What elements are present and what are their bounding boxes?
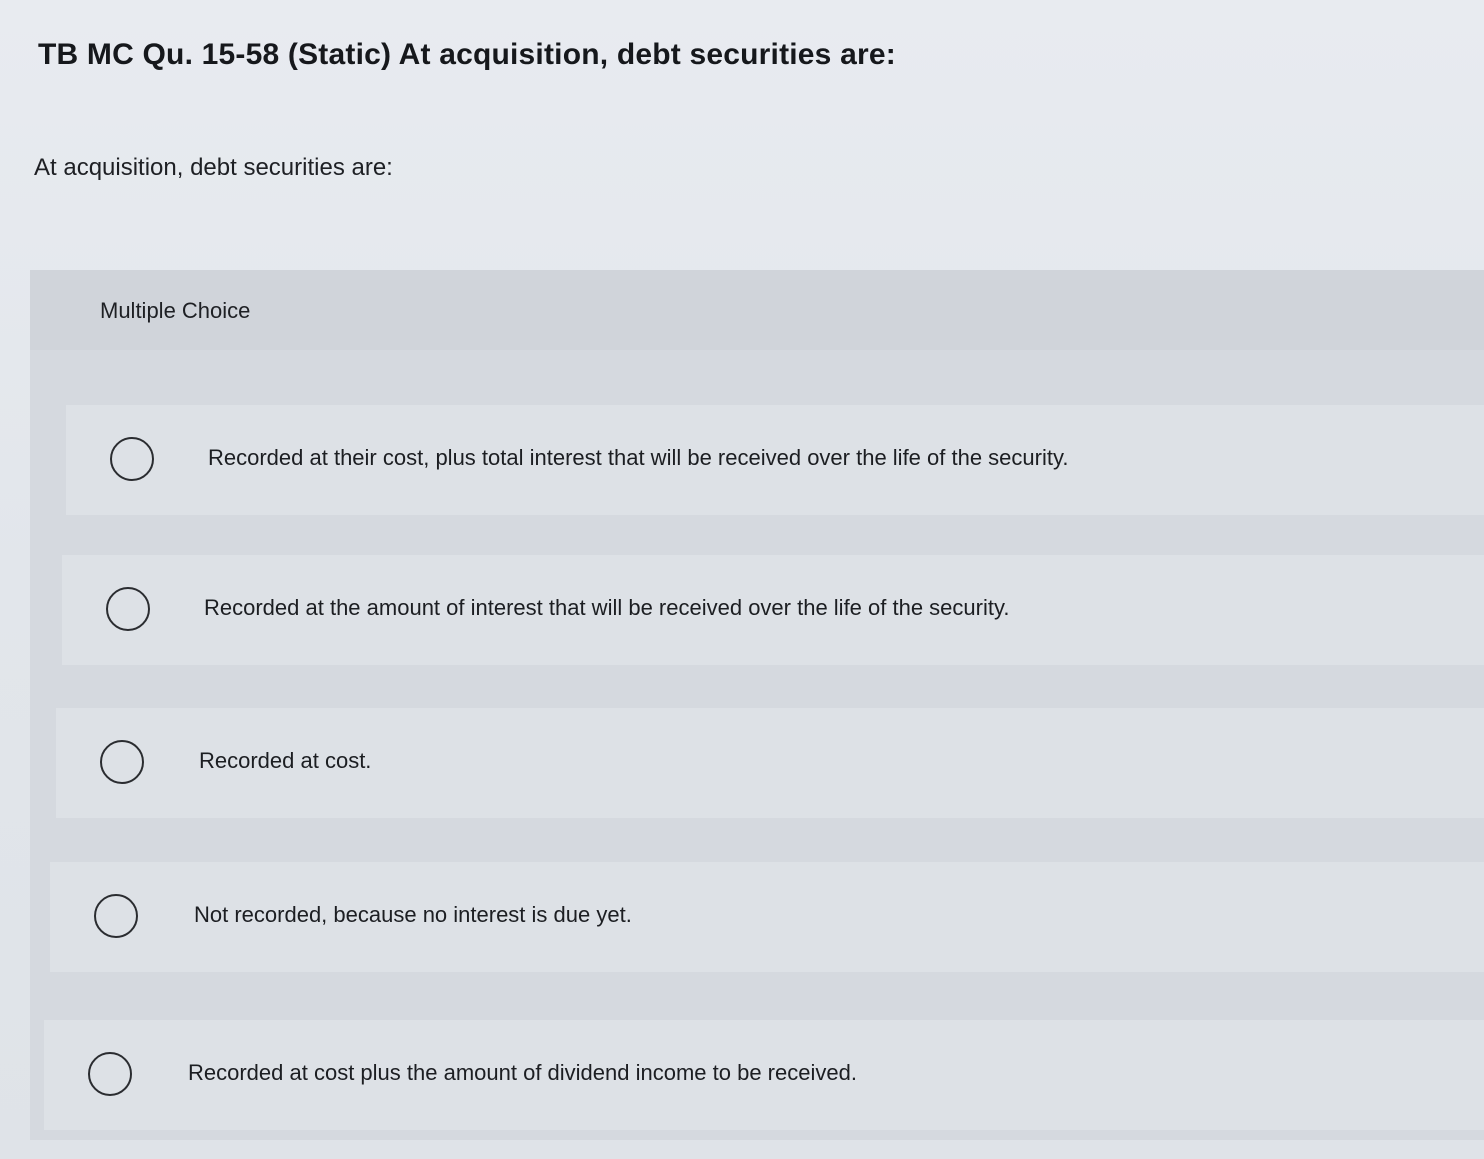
multiple-choice-header: Multiple Choice <box>30 270 1484 350</box>
question-title: TB MC Qu. 15-58 (Static) At acquisition,… <box>38 38 896 71</box>
choice-option-3[interactable]: Recorded at cost. <box>56 708 1484 818</box>
radio-button-icon[interactable] <box>110 437 154 481</box>
choice-option-text: Recorded at the amount of interest that … <box>204 595 1010 620</box>
choice-option-text: Recorded at their cost, plus total inter… <box>208 445 1069 470</box>
choice-option-4[interactable]: Not recorded, because no interest is due… <box>50 862 1484 972</box>
choice-option-5[interactable]: Recorded at cost plus the amount of divi… <box>44 1020 1484 1130</box>
question-page: TB MC Qu. 15-58 (Static) At acquisition,… <box>0 0 1484 1159</box>
radio-button-icon[interactable] <box>94 894 138 938</box>
radio-button-icon[interactable] <box>106 587 150 631</box>
choice-option-text: Recorded at cost plus the amount of divi… <box>188 1060 857 1085</box>
radio-button-icon[interactable] <box>100 740 144 784</box>
multiple-choice-label: Multiple Choice <box>100 298 251 323</box>
choice-option-text: Recorded at cost. <box>199 748 372 773</box>
choice-option-text: Not recorded, because no interest is due… <box>194 902 632 927</box>
choice-option-1[interactable]: Recorded at their cost, plus total inter… <box>66 405 1484 515</box>
radio-button-icon[interactable] <box>88 1052 132 1096</box>
choice-list: Recorded at their cost, plus total inter… <box>30 350 1484 1140</box>
question-prompt: At acquisition, debt securities are: <box>34 154 393 181</box>
choice-option-2[interactable]: Recorded at the amount of interest that … <box>62 555 1484 665</box>
multiple-choice-panel: Multiple Choice Recorded at their cost, … <box>30 270 1484 1140</box>
